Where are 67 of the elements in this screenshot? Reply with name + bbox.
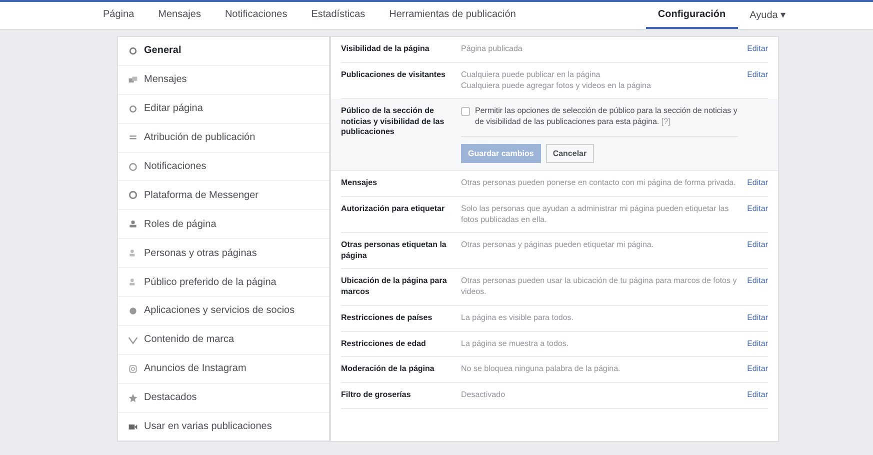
setting-value: Página publicada — [461, 44, 524, 55]
nav-tab[interactable]: Notificaciones — [212, 2, 300, 29]
checkbox-label: Permitir las opciones de selección de público para la sección de noticias y de visibilidad de las publicaciones para esta página. [?] — [475, 106, 738, 128]
menu-item-icon — [128, 219, 138, 230]
setting-value: Otras personas pueden usar la ubicación de tu página para marcos de fotos y videos. — [461, 276, 738, 298]
setting-label: Restricciones de países — [341, 312, 434, 324]
edit-link[interactable]: Editar — [747, 364, 768, 376]
menu-item-icon — [128, 334, 138, 345]
sidebar-item[interactable]: Usar en varias publicaciones — [118, 412, 329, 442]
setting-value: Desactivado — [461, 390, 506, 401]
sidebar-item[interactable]: Plataforma de Messenger — [118, 181, 329, 210]
menu-item-icon — [128, 364, 138, 374]
setting-label: Mensajes — [341, 178, 378, 189]
setting-value: Solo las personas que ayudan a administrar mi página pueden etiquetar las fotos publicadas en ella. — [461, 204, 730, 226]
edit-link[interactable]: Editar — [747, 240, 768, 262]
setting-label: Ubicación de la página para marcos — [341, 276, 448, 298]
setting-label: Moderación de la página — [341, 364, 436, 376]
sidebar-item[interactable]: Destacados — [118, 384, 329, 413]
edit-link[interactable]: Editar — [747, 178, 768, 189]
setting-label: Publicaciones de visitantes — [341, 70, 446, 81]
edit-link[interactable]: Editar — [747, 312, 768, 324]
sidebar-item[interactable]: Aplicaciones y servicios de socios — [118, 297, 329, 326]
edit-link[interactable]: Editar — [747, 338, 768, 350]
setting-label: Restricciones de edad — [341, 338, 427, 350]
nav-tab[interactable]: Mensajes — [146, 2, 213, 29]
setting-value: Cualquiera puede publicar en la página — [461, 70, 602, 81]
edit-link[interactable]: Editar — [747, 44, 768, 55]
menu-item-icon — [128, 306, 138, 316]
nav-tab[interactable]: Página — [91, 2, 146, 29]
setting-label: Filtro de groserías — [341, 390, 412, 401]
nav-tab[interactable]: Herramientas de publicación — [377, 2, 528, 29]
sidebar-item[interactable]: Contenido de marca — [118, 326, 329, 355]
setting-value: No se bloquea ninguna palabra de la página. — [461, 364, 622, 376]
sidebar-item[interactable]: Atribución de publicación — [118, 124, 329, 153]
cancel-button[interactable]: Cancelar — [546, 144, 594, 163]
menu-item-icon — [128, 190, 138, 200]
sidebar-item[interactable]: Roles de página — [118, 210, 329, 240]
sidebar-item[interactable]: Anuncios de Instagram — [118, 354, 329, 384]
setting-label: Otras personas etiquetan la página — [341, 240, 448, 262]
sidebar-item[interactable]: Personas y otras páginas — [118, 239, 329, 268]
sidebar-item[interactable]: General — [118, 37, 329, 66]
edit-link[interactable]: Editar — [747, 276, 768, 298]
setting-label: Autorización para etiquetar — [341, 204, 446, 215]
nav-tab[interactable]: Estadísticas — [299, 2, 378, 29]
setting-value: Cualquiera puede agregar fotos y videos en la página — [461, 80, 652, 92]
setting-label: Visibilidad de la página — [341, 44, 430, 55]
menu-item-icon — [128, 74, 138, 85]
sidebar-item[interactable]: Editar página — [118, 94, 329, 124]
nav-tab[interactable]: Configuración — [646, 2, 738, 29]
menu-item-icon — [128, 162, 138, 172]
setting-label: Público de la sección de noticias y visibilidad de las publicaciones — [341, 106, 446, 138]
edit-link[interactable]: Editar — [747, 70, 768, 92]
menu-item-icon — [128, 104, 138, 114]
sidebar-item[interactable]: Mensajes — [118, 66, 329, 95]
sidebar-item[interactable]: Notificaciones — [118, 152, 329, 182]
menu-item-icon — [128, 46, 138, 56]
edit-link[interactable]: Editar — [747, 204, 768, 226]
setting-value: Otras personas y páginas pueden etiquetar mi página. — [461, 240, 655, 252]
menu-item-icon — [128, 422, 138, 432]
setting-value: La página se muestra a todos. — [461, 338, 570, 350]
sidebar-item[interactable]: Público preferido de la página — [118, 268, 329, 298]
setting-value: La página es visible para todos. — [461, 312, 575, 324]
menu-item-icon — [128, 392, 138, 403]
nav-tab[interactable]: Ayuda ▾ — [738, 2, 798, 29]
setting-value: Otras personas pueden ponerse en contacto con mi página de forma privada. — [461, 178, 737, 189]
edit-link[interactable]: Editar — [747, 390, 768, 401]
checkbox[interactable] — [461, 107, 470, 116]
